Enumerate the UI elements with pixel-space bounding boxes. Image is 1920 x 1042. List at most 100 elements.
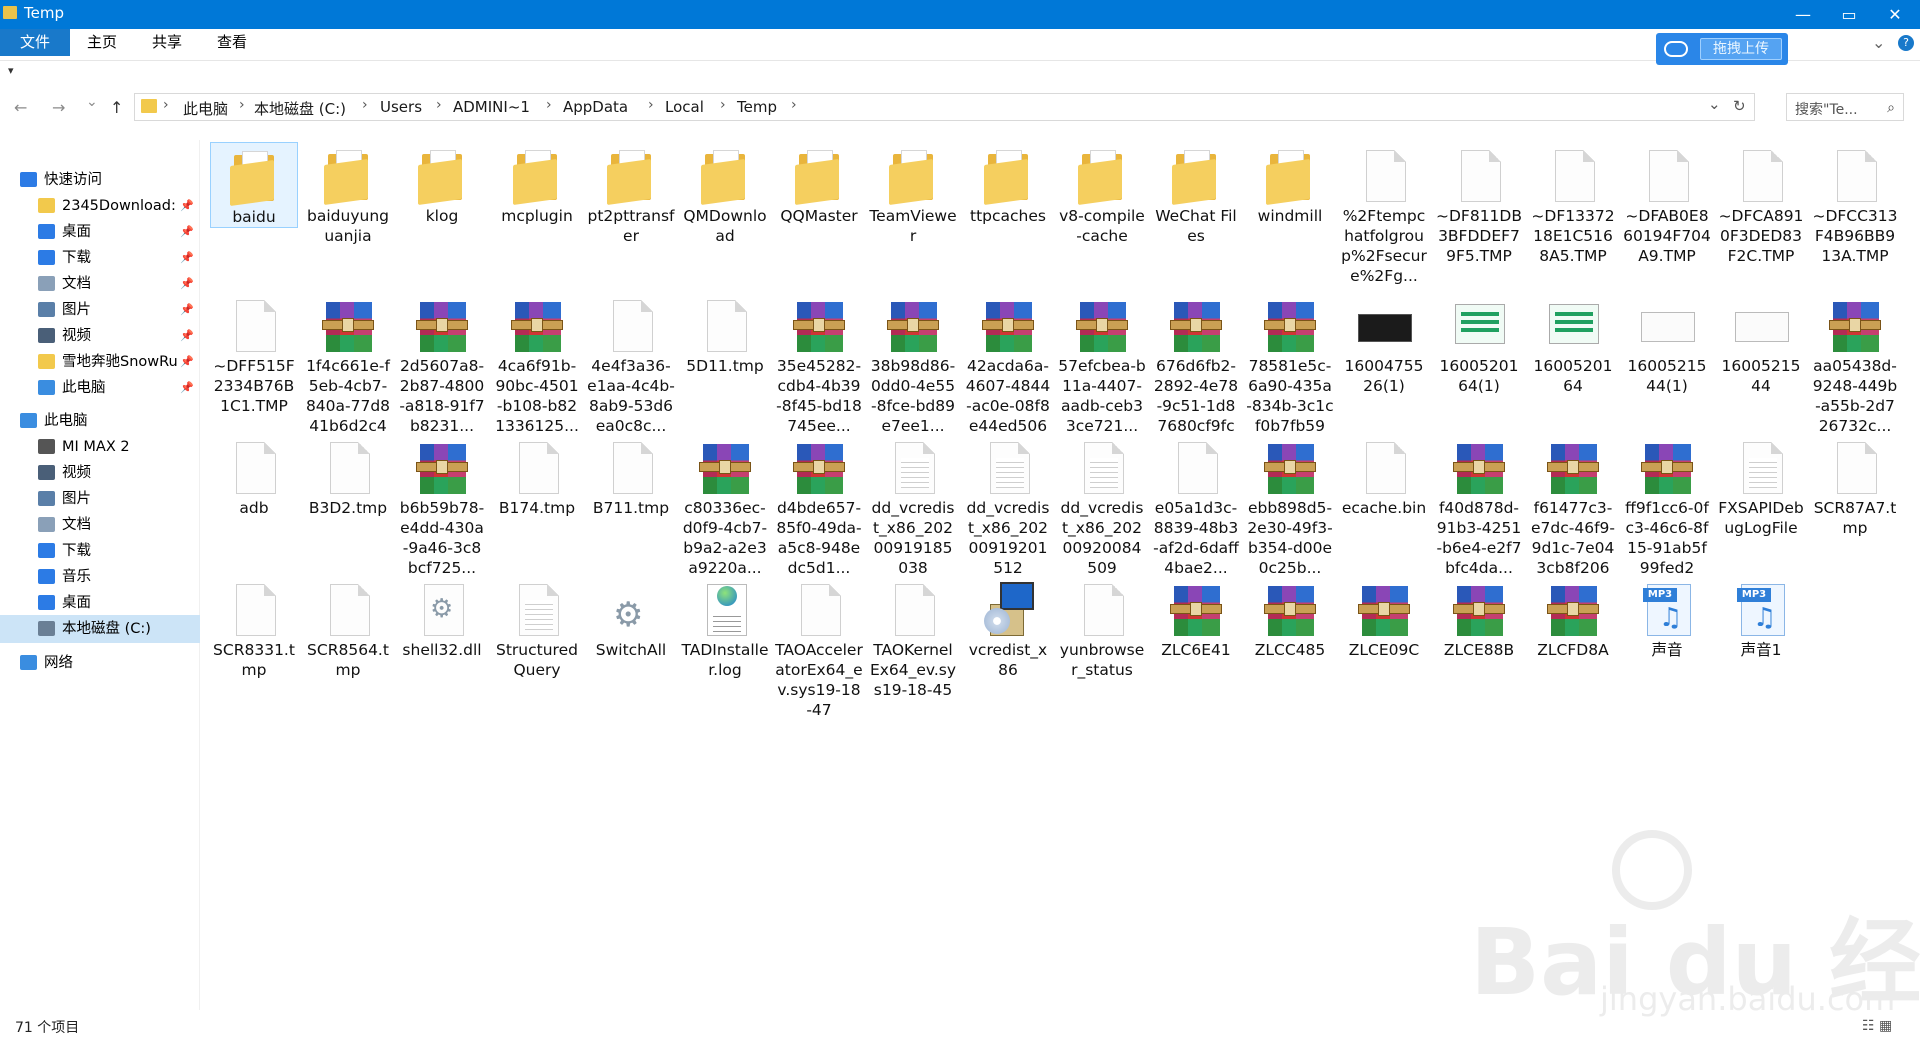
file-item[interactable]: 1f4c661e-f5eb-4cb7-840a-77d841b6d2c4 [304,292,392,436]
file-item[interactable]: 57efcbea-b11a-4407-aadb-ceb33ce721... [1058,292,1146,436]
breadcrumb-local[interactable]: Local [665,98,704,116]
refresh-button[interactable]: ↻ [1733,97,1746,115]
address-dropdown-button[interactable]: ⌄ [1708,95,1721,113]
file-item[interactable]: c80336ec-d0f9-4cb7-b9a2-a2e3a9220a... [681,434,769,578]
sidebar-item[interactable]: 2345Download: 📌 [0,192,200,220]
file-item[interactable]: 1600521544 [1717,292,1805,396]
file-item[interactable]: ~DF811DB3BFDDEF79F5.TMP [1435,142,1523,266]
sidebar-item[interactable]: 快速访问 [0,166,200,194]
search-input[interactable]: 搜索"Te... [1795,99,1858,119]
quick-access-toolbar-dropdown[interactable]: ▾ [8,64,14,77]
file-item[interactable]: 78581e5c-6a90-435a-834b-3c1cf0b7fb59 [1246,292,1334,436]
folder-item[interactable]: pt2pttransfer [587,142,675,246]
folder-item[interactable]: klog [398,142,486,226]
address-bar[interactable]: › 此电脑 › 本地磁盘 (C:) › Users › ADMINI~1 › A… [134,93,1755,121]
search-box[interactable]: 搜索"Te... ⌕ [1786,93,1904,121]
file-item[interactable]: 42acda6a-4607-4844-ac0e-08f8e44ed506 [964,292,1052,436]
sidebar-item[interactable]: 网络 [0,649,200,677]
file-item[interactable]: adb [210,434,298,518]
sidebar-item[interactable]: 文档 📌 [0,270,200,298]
folder-item[interactable]: baidu [210,142,298,228]
file-item[interactable]: 1600520164(1) [1435,292,1523,396]
file-item[interactable]: d4bde657-85f0-49da-a5c8-948edc5d1... [775,434,863,578]
file-item[interactable]: ZLC6E41 [1152,576,1240,660]
file-item[interactable]: TAOAcceleratorEx64_ev.sys19-18-47 [775,576,863,720]
file-item[interactable]: dd_vcredist_x86_20200920084509 [1058,434,1146,578]
breadcrumb-separator[interactable]: › [239,97,245,113]
file-item[interactable]: SCR8564.tmp [304,576,392,680]
back-button[interactable]: ← [14,98,27,117]
file-item[interactable]: ⚙ shell32.dll [398,576,486,660]
file-item[interactable]: ZLCE88B [1435,576,1523,660]
folder-item[interactable]: TeamViewer [869,142,957,246]
breadcrumb-admini[interactable]: ADMINI~1 [453,98,530,116]
file-item[interactable]: MP3 ♫ 声音1 [1717,576,1805,660]
folder-item[interactable]: QMDownload [681,142,769,246]
breadcrumb-separator[interactable]: › [163,97,169,113]
sidebar-item[interactable]: 图片 📌 [0,296,200,324]
file-item[interactable]: b6b59b78-e4dd-430a-9a46-3c8bcf725... [398,434,486,578]
baidu-upload-widget[interactable]: 拖拽上传 [1656,33,1788,65]
file-item[interactable]: B3D2.tmp [304,434,392,518]
breadcrumb-separator[interactable]: › [436,97,442,113]
breadcrumb-separator[interactable]: › [362,97,368,113]
file-item[interactable]: FXSAPIDebugLogFile [1717,434,1805,538]
folder-item[interactable]: v8-compile-cache [1058,142,1146,246]
tab-file[interactable]: 文件 [0,29,70,56]
file-item[interactable]: TAOKernelEx64_ev.sys19-18-45 [869,576,957,700]
sidebar-item[interactable]: 视频 [0,459,200,487]
file-item[interactable]: 1600475526(1) [1340,292,1428,396]
file-item[interactable]: ~DFAB0E860194F704A9.TMP [1623,142,1711,266]
sidebar-item[interactable]: 图片 [0,485,200,513]
file-item[interactable]: ecache.bin [1340,434,1428,518]
folder-item[interactable]: baiduyunguanjia [304,142,392,246]
file-item[interactable]: 35e45282-cdb4-4b39-8f45-bd18745ee... [775,292,863,436]
sidebar-item[interactable]: MI MAX 2 [0,433,200,461]
file-item[interactable]: B174.tmp [493,434,581,518]
file-item[interactable]: 676d6fb2-2892-4e78-9c51-1d87680cf9fc [1152,292,1240,436]
sidebar-item[interactable]: 雪地奔驰SnowRu 📌 [0,348,200,376]
recent-locations-button[interactable]: ⌄ [86,94,98,110]
sidebar-item[interactable]: 下载 📌 [0,244,200,272]
file-item[interactable]: ZLCC485 [1246,576,1334,660]
file-item[interactable]: 5D11.tmp [681,292,769,376]
file-item[interactable]: 4e4f3a36-e1aa-4c4b-8ab9-53d6ea0c8c... [587,292,675,436]
drag-upload-button[interactable]: 拖拽上传 [1700,38,1782,60]
file-item[interactable]: MP3 ♫ 声音 [1623,576,1711,660]
file-item[interactable]: 4ca6f91b-90bc-4501-b108-b821336125... [493,292,581,436]
file-item[interactable]: ~DFCA8910F3DED83F2C.TMP [1717,142,1805,266]
folder-item[interactable]: windmill [1246,142,1334,226]
breadcrumb-separator[interactable]: › [791,97,797,113]
file-item[interactable]: vcredist_x86 [964,576,1052,680]
breadcrumb-separator[interactable]: › [720,97,726,113]
file-item[interactable]: TADInstaller.log [681,576,769,680]
sidebar-item[interactable]: 本地磁盘 (C:) [0,615,200,643]
breadcrumb-separator[interactable]: › [648,97,654,113]
breadcrumb-separator[interactable]: › [546,97,552,113]
breadcrumb-this-pc[interactable]: 此电脑 [183,98,228,119]
sidebar-item[interactable]: 此电脑 [0,407,200,435]
file-item[interactable]: ~DFCC313F4B96BB913A.TMP [1811,142,1899,266]
close-button[interactable]: ✕ [1872,0,1918,29]
file-item[interactable]: B711.tmp [587,434,675,518]
file-item[interactable]: ebb898d5-2e30-49f3-b354-d00e0c25b... [1246,434,1334,578]
sidebar-item[interactable]: 文档 [0,511,200,539]
file-item[interactable]: 1600520164 [1529,292,1617,396]
forward-button[interactable]: → [52,98,65,117]
minimize-button[interactable]: — [1780,0,1826,29]
up-button[interactable]: ↑ [110,98,123,117]
file-item[interactable]: 2d5607a8-2b87-4800-a818-91f7b8231... [398,292,486,436]
file-item[interactable]: f40d878d-91b3-4251-b6e4-e2f7bfc4da... [1435,434,1523,578]
breadcrumb-local-disk[interactable]: 本地磁盘 (C:) [254,98,346,119]
search-icon[interactable]: ⌕ [1887,100,1895,116]
file-item[interactable]: dd_vcredist_x86_20200919185038 [869,434,957,578]
file-item[interactable]: Structured Query [493,576,581,680]
tab-share[interactable]: 共享 [140,29,194,56]
file-item[interactable]: %2Ftempchatfolgroup%2Fsecure%2Fg... [1340,142,1428,286]
maximize-button[interactable]: ▭ [1826,0,1872,29]
file-item[interactable]: SCR87A7.tmp [1811,434,1899,538]
folder-item[interactable]: WeChat Files [1152,142,1240,246]
folder-item[interactable]: QQMaster [775,142,863,226]
file-item[interactable]: ff9f1cc6-0fc3-46c6-8f15-91ab5f99fed2 [1623,434,1711,578]
file-item[interactable]: aa05438d-9248-449b-a55b-2d726732c... [1811,292,1899,436]
